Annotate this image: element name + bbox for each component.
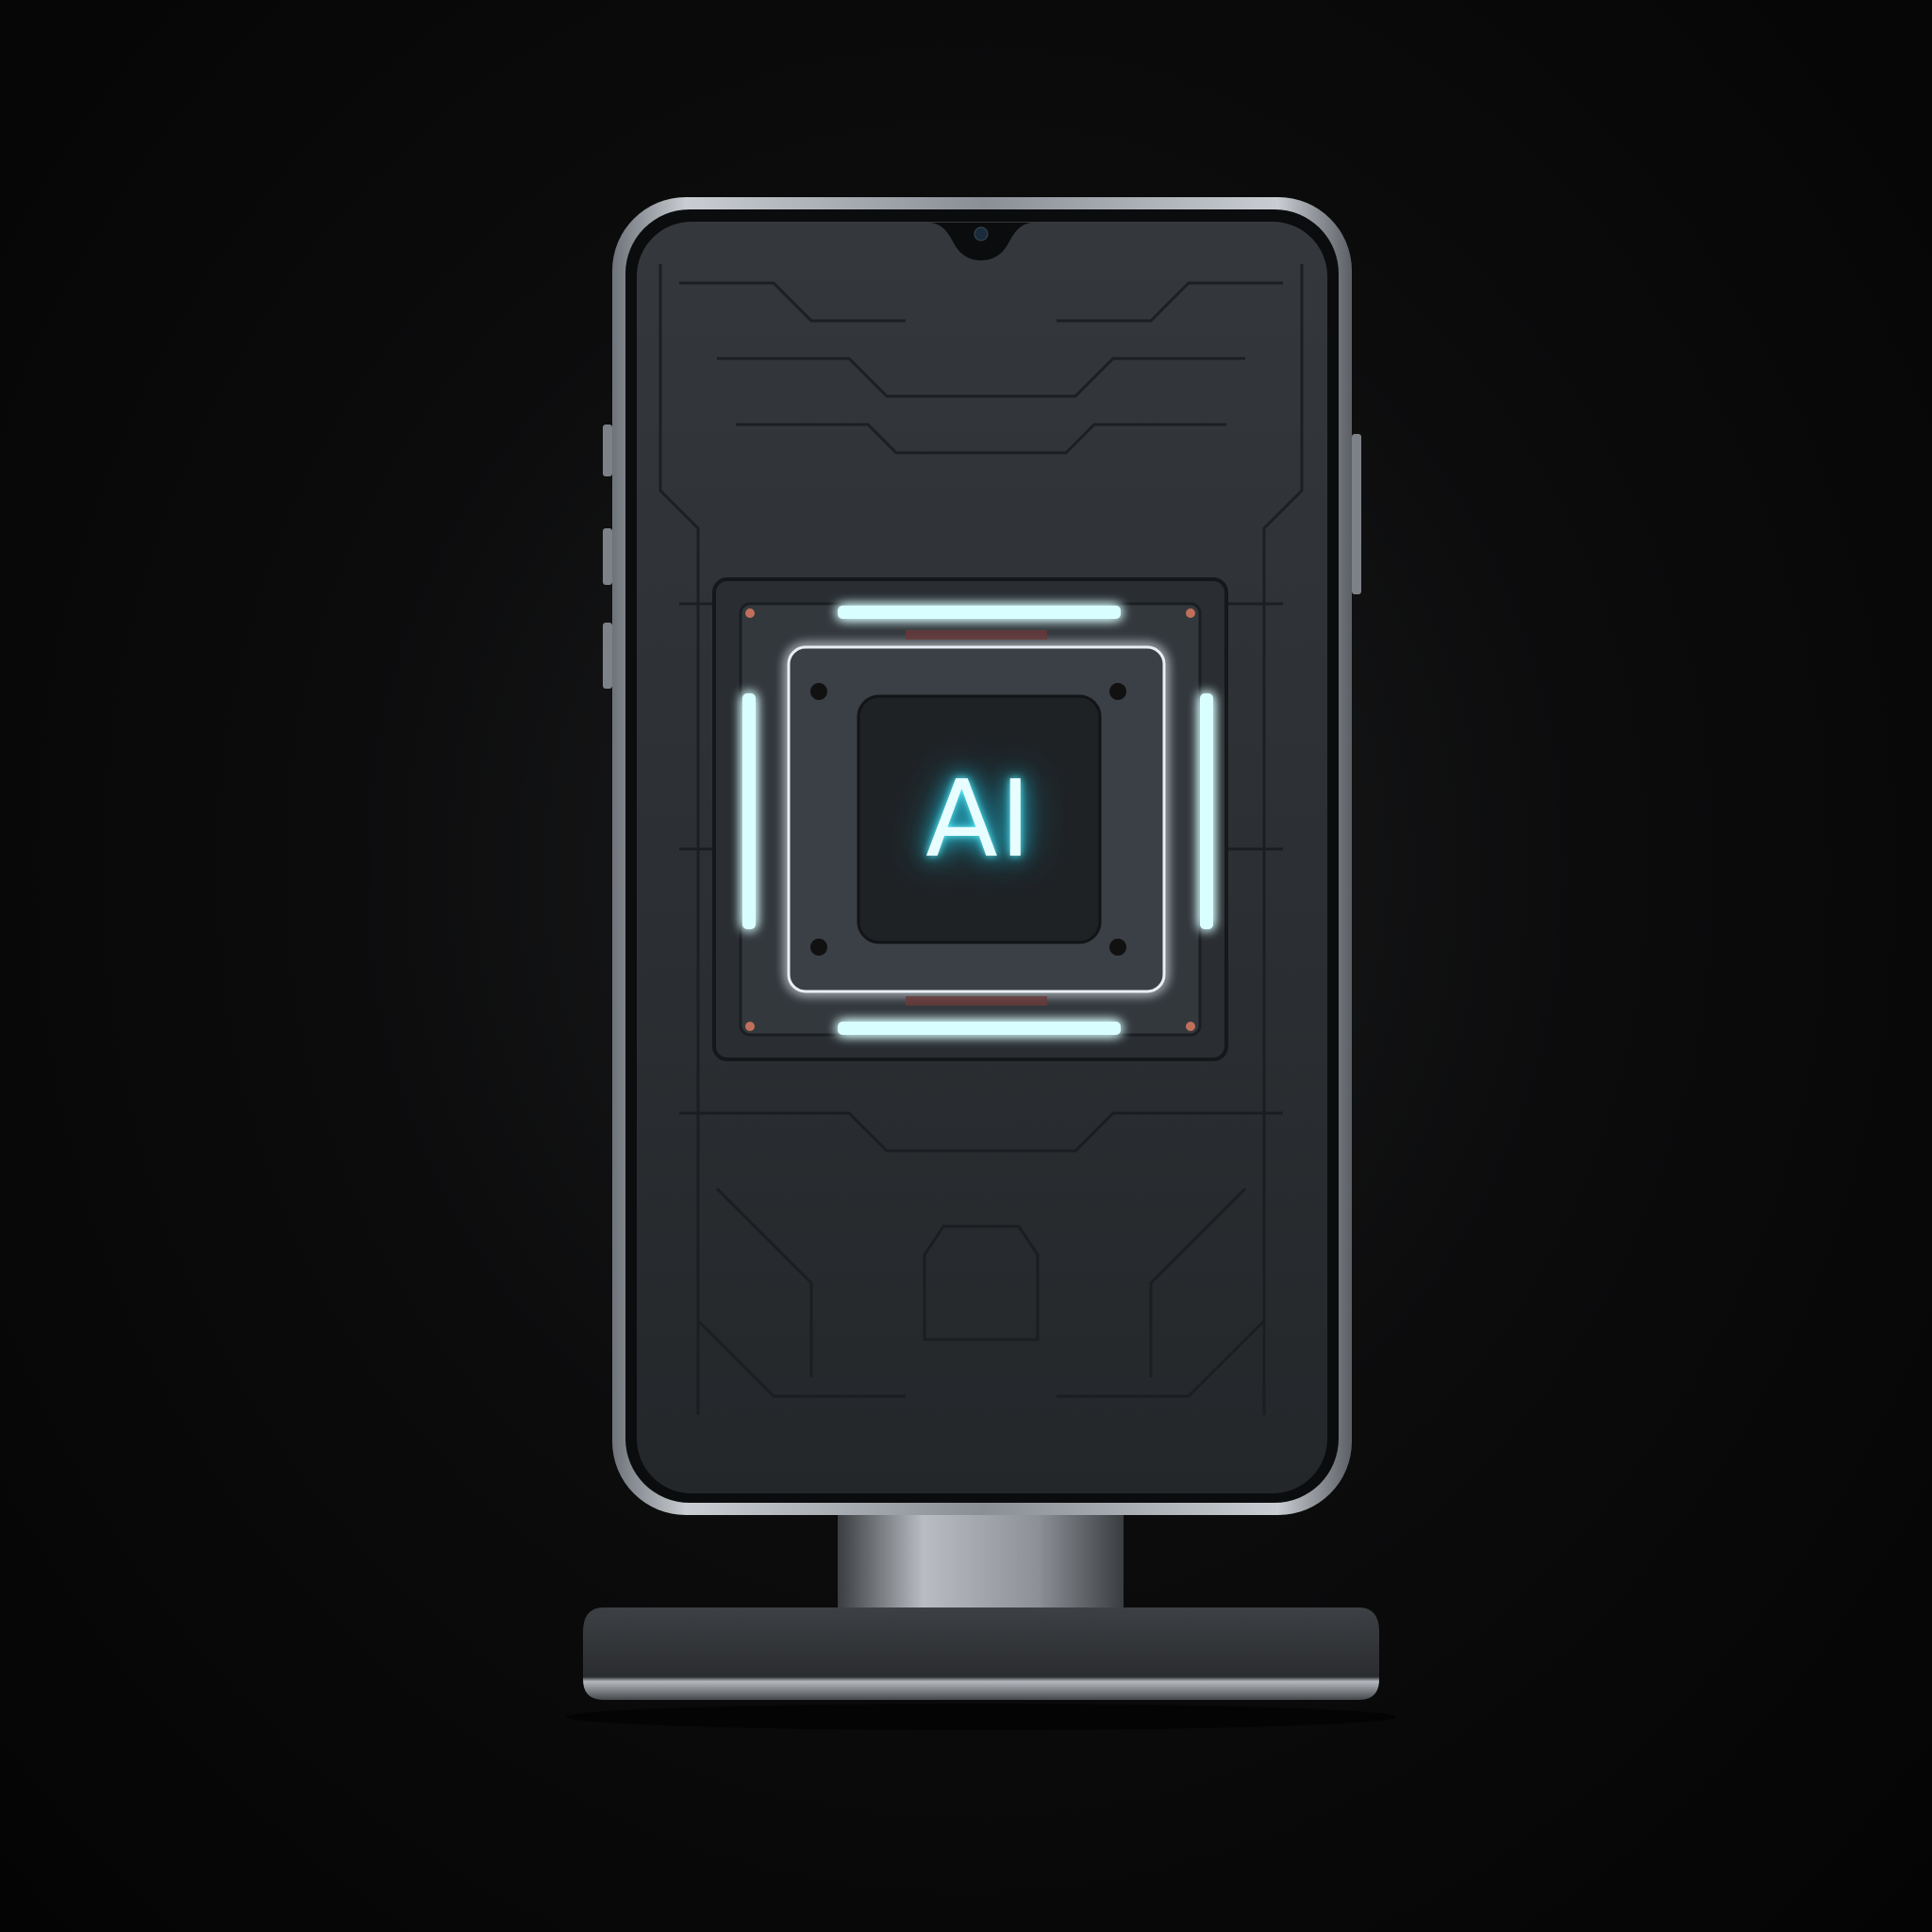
scene [566, 197, 1396, 1730]
camera-icon [974, 226, 989, 242]
ai-chip-label: AI [925, 758, 1033, 881]
phone-stand [566, 1509, 1396, 1730]
